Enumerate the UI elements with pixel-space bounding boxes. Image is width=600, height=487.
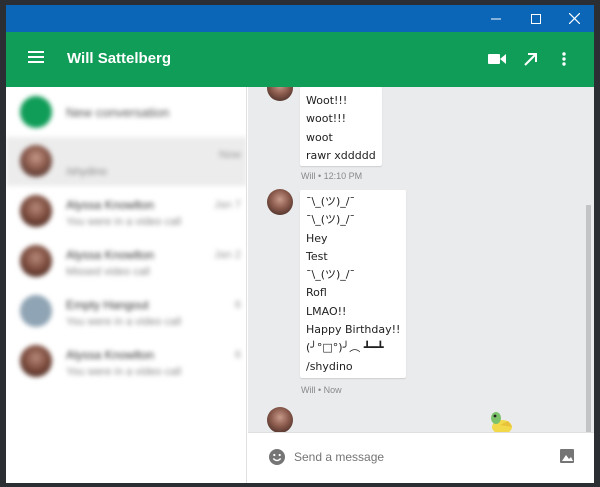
message-input[interactable] (294, 445, 534, 469)
avatar (267, 407, 293, 432)
scrollbar-thumb[interactable] (586, 205, 591, 432)
scrollbar[interactable] (586, 87, 591, 432)
open-in-new-icon (523, 52, 537, 66)
conversation-preview: You were in a video call (66, 216, 182, 228)
avatar (20, 145, 52, 177)
conversation-item[interactable]: Empty Hangout You were in a video call 6 (6, 287, 246, 337)
minimize-icon (491, 18, 501, 19)
conversation-title: Will Sattelberg (67, 50, 172, 67)
conversation-item[interactable]: /shydino Now (6, 137, 246, 186)
conversation-preview: /shydino (66, 166, 107, 178)
conversation-item[interactable]: Alyssa Knowlton You were in a video call… (6, 187, 246, 237)
video-call-button[interactable] (484, 46, 510, 72)
message-line: /shydino (306, 359, 353, 373)
message-line: Woot!!! (306, 94, 348, 107)
more-vert-icon (562, 52, 566, 66)
conversation-time: Jan 7 (214, 199, 241, 211)
message-bubble: ¯\_(ツ)_/¯ ¯\_(ツ)_/¯ Hey Test ¯\_(ツ)_/¯ R… (300, 190, 407, 378)
message-line: rawr xddddd (306, 148, 376, 162)
conversation-name: Alyssa Knowlton (66, 248, 155, 262)
conversation-name: Empty Hangout (66, 298, 149, 312)
avatar (20, 245, 52, 277)
message-line: ¯\_(ツ)_/¯ (306, 213, 355, 227)
message-line: ¯\_(ツ)_/¯ (306, 195, 355, 208)
conversation-time: 6 (234, 299, 241, 311)
message-line: LMAO!! (306, 304, 347, 318)
avatar (267, 87, 293, 101)
message-line: (╯°□°)╯︵ ┻━┻ (306, 341, 384, 355)
message-bubble: Woot!!! woot!!! woot rawr xddddd (300, 87, 382, 166)
conversation-time: Jan 2 (214, 249, 241, 261)
conversation-name: Alyssa Knowlton (66, 348, 155, 362)
message-line: Test (306, 249, 328, 263)
avatar (20, 345, 52, 377)
close-icon (568, 13, 580, 24)
conversation-time: Now (218, 149, 241, 161)
conversation-time: 6 (234, 349, 241, 361)
message-meta: Will • 12:10 PM (301, 171, 363, 181)
menu-icon[interactable] (28, 51, 44, 63)
avatar (20, 295, 52, 327)
new-conversation-label: New conversation (66, 105, 170, 120)
maximize-button[interactable] (518, 5, 554, 32)
videocam-icon (488, 54, 506, 64)
message-line: ¯\_(ツ)_/¯ (306, 268, 355, 282)
minimize-button[interactable] (478, 5, 514, 32)
avatar (267, 189, 293, 215)
dino-sticker-icon (491, 412, 512, 432)
conversation-preview: Missed video call (66, 266, 150, 278)
conversation-preview: You were in a video call (66, 366, 182, 378)
avatar (20, 195, 52, 227)
conversation-item[interactable]: Alyssa Knowlton You were in a video call… (6, 337, 246, 387)
image-icon[interactable] (558, 447, 576, 465)
conversation-list: New conversation /shydino Now Alyssa Kno… (6, 87, 247, 483)
message-line: woot!!! (306, 112, 346, 126)
more-options-button[interactable] (551, 46, 577, 72)
close-button[interactable] (556, 5, 592, 32)
emoji-icon[interactable] (268, 448, 286, 466)
conversation-item[interactable]: Alyssa Knowlton Missed video call Jan 2 (6, 237, 246, 287)
message-line: woot (306, 130, 333, 144)
maximize-icon (531, 13, 541, 24)
new-conversation-item[interactable]: New conversation (6, 88, 246, 138)
app-bar: Will Sattelberg (6, 32, 594, 87)
message-composer (248, 432, 594, 483)
hangouts-window: Will Sattelberg New conversation /shydin… (6, 5, 594, 483)
message-meta: Will • Now (301, 385, 342, 395)
window-titlebar (6, 5, 594, 32)
conversation-preview: You were in a video call (66, 316, 182, 328)
pop-out-button[interactable] (517, 46, 543, 72)
message-line: Rofl (306, 286, 327, 300)
message-line: Happy Birthday!! (306, 323, 401, 337)
add-conversation-icon (20, 96, 52, 128)
conversation-name: Alyssa Knowlton (66, 198, 155, 212)
message-line: Hey (306, 231, 328, 245)
message-area[interactable]: Woot!!! woot!!! woot rawr xddddd Will • … (248, 87, 594, 432)
